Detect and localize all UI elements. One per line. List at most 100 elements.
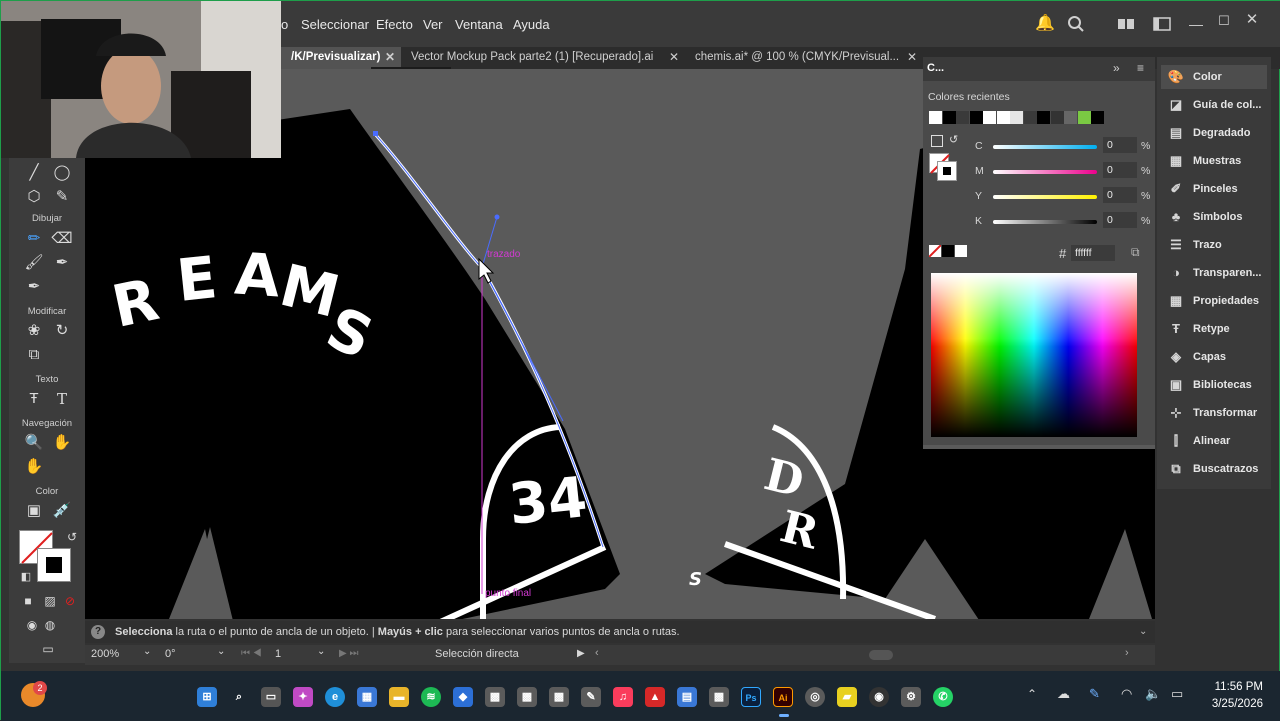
magenta-slider[interactable] <box>993 170 1097 174</box>
recent-color-swatch[interactable] <box>1050 111 1064 124</box>
tab-active-document[interactable]: /K/Previsualizar) ✕ <box>281 47 401 69</box>
volume-icon[interactable]: 🔈 <box>1145 686 1161 702</box>
menu-item-effect[interactable]: Efecto <box>376 17 413 32</box>
app-icon-8[interactable]: ◎ <box>805 687 825 707</box>
black-slider[interactable] <box>993 220 1097 224</box>
scroll-left-icon[interactable]: ‹ <box>595 647 599 659</box>
recent-color-swatch[interactable] <box>1064 111 1077 124</box>
recent-color-swatch[interactable] <box>942 111 956 124</box>
panel-item-align[interactable]: ⫿ Alinear <box>1161 429 1267 453</box>
menu-item-help[interactable]: Ayuda <box>513 17 550 32</box>
recent-color-swatch[interactable] <box>1037 111 1050 124</box>
close-tab-icon[interactable]: ✕ <box>385 47 395 67</box>
edge-browser-icon[interactable]: e <box>325 687 345 707</box>
touch-type-icon[interactable]: Ŧ <box>23 388 45 410</box>
app-icon-2[interactable]: ▩ <box>517 687 537 707</box>
photoshop-icon[interactable]: Ps <box>741 687 761 707</box>
last-artboard-icon[interactable]: ▶ ⏭ <box>339 648 358 659</box>
none-mode-icon[interactable]: ⊘ <box>59 590 81 612</box>
illustrator-icon[interactable]: Ai <box>773 687 793 707</box>
onedrive-icon[interactable]: ☁ <box>1057 686 1070 702</box>
recent-color-swatch[interactable] <box>983 111 996 124</box>
type-tool-icon[interactable]: T <box>51 388 73 410</box>
yellow-slider[interactable] <box>993 195 1097 199</box>
menu-item-select[interactable]: Seleccionar <box>301 17 369 32</box>
close-tab-icon[interactable]: ✕ <box>669 47 679 67</box>
eyedropper-tool-icon[interactable]: 💉 <box>51 500 73 522</box>
search-icon[interactable] <box>1067 15 1085 33</box>
recent-color-swatch[interactable] <box>956 111 969 124</box>
panel-item-gradient[interactable]: ▤ Degradado <box>1161 121 1267 145</box>
hand-tool-icon[interactable]: ✋ <box>51 432 73 454</box>
swap-icon[interactable]: ↺ <box>949 133 958 146</box>
workspace-layout-icon[interactable] <box>1117 15 1135 33</box>
expand-panels-icon[interactable]: » <box>1113 61 1120 75</box>
rotate-tool-icon[interactable]: ↻ <box>51 320 73 342</box>
rotate-view-icon[interactable]: ✋ <box>23 456 45 478</box>
chevron-down-icon[interactable]: ⌄ <box>143 646 151 657</box>
gradient-mode-icon[interactable]: ▨ <box>39 590 61 612</box>
panel-menu-icon[interactable]: ≡ <box>1137 61 1144 75</box>
tray-chevron-icon[interactable]: ⌃ <box>1027 687 1037 701</box>
pencil-tool-icon[interactable]: ✏ <box>23 228 45 250</box>
panel-item-brushes[interactable]: ✐ Pinceles <box>1161 177 1267 201</box>
cyan-value[interactable]: 0 <box>1103 137 1137 153</box>
line-tool-icon[interactable]: ╱ <box>23 162 45 184</box>
minimize-icon[interactable]: — <box>1187 15 1205 33</box>
zoom-tool-icon[interactable]: 🔍 <box>23 432 45 454</box>
chevron-down-icon[interactable]: ⌄ <box>1139 621 1147 643</box>
yellow-value[interactable]: 0 <box>1103 187 1137 203</box>
chevron-down-icon[interactable]: ⌄ <box>217 646 225 657</box>
arrange-panels-icon[interactable] <box>1153 15 1171 33</box>
task-view-icon[interactable]: ▭ <box>261 687 281 707</box>
panel-item-properties[interactable]: ▦ Propiedades <box>1161 289 1267 313</box>
help-icon[interactable]: ? <box>91 625 105 639</box>
chevron-down-icon[interactable]: ⌄ <box>317 646 325 657</box>
spotify-icon[interactable]: ≋ <box>421 687 441 707</box>
color-picker-icon[interactable]: ⧉ <box>1131 245 1140 260</box>
panel-item-pathfinder[interactable]: ⧉ Buscatrazos <box>1161 457 1267 481</box>
screen-mode-icon[interactable]: ▭ <box>37 638 59 660</box>
draw-behind-icon[interactable]: ◍ <box>39 614 61 636</box>
recent-color-swatch[interactable] <box>1077 111 1091 124</box>
maximize-icon[interactable]: ☐ <box>1215 12 1233 30</box>
fill-stroke-toggle-icon[interactable] <box>931 135 943 147</box>
tab-chemis[interactable]: chemis.ai* @ 100 % (CMYK/Previsual... ✕ <box>685 47 925 69</box>
cyan-slider[interactable] <box>993 145 1097 149</box>
sticky-notes-icon[interactable]: ▰ <box>837 687 857 707</box>
color-panel-tab[interactable]: C... <box>927 62 944 74</box>
battery-icon[interactable]: ▭ <box>1171 686 1183 702</box>
panel-item-swatches[interactable]: ▦ Muestras <box>1161 149 1267 173</box>
recent-color-swatch[interactable] <box>1104 111 1118 124</box>
app-icon-6[interactable]: ▤ <box>677 687 697 707</box>
white-swatch[interactable] <box>955 245 967 257</box>
rotation-select[interactable]: 0° <box>165 648 176 660</box>
gradient-tool-icon[interactable]: ▣ <box>23 500 45 522</box>
polygon-tool-icon[interactable]: ⬡ <box>23 186 45 208</box>
color-spectrum[interactable] <box>931 273 1137 437</box>
recent-color-swatch[interactable] <box>996 111 1010 124</box>
panel-item-transparency[interactable]: ◑ Transparen... <box>1161 261 1267 285</box>
recent-color-swatch[interactable] <box>1010 111 1023 124</box>
app-icon-1[interactable]: ▩ <box>485 687 505 707</box>
clock-time[interactable]: 11:56 PM <box>1207 681 1263 693</box>
wifi-icon[interactable]: ◠ <box>1121 686 1132 702</box>
panel-item-color-guide[interactable]: ◪ Guía de col... <box>1161 93 1267 117</box>
brush-tool-icon[interactable]: 🖌 <box>23 252 45 274</box>
app-icon-7[interactable]: ▩ <box>709 687 729 707</box>
menu-item-window[interactable]: Ventana <box>455 17 503 32</box>
recent-color-swatch[interactable] <box>1091 111 1104 124</box>
file-explorer-icon[interactable]: ▬ <box>389 687 409 707</box>
eraser-tool-icon[interactable]: ⌫ <box>51 228 73 250</box>
app-icon-3[interactable]: ▩ <box>549 687 569 707</box>
shaper-tool-icon[interactable]: ✎ <box>51 186 73 208</box>
none-swatch[interactable] <box>928 244 942 258</box>
default-colors-icon[interactable]: ◧ <box>15 566 37 588</box>
panel-item-retype[interactable]: Ŧ Retype <box>1161 317 1267 341</box>
artboard-number[interactable]: 1 <box>275 648 281 660</box>
stroke-swatch[interactable] <box>37 548 71 582</box>
menu-item-view[interactable]: Ver <box>423 17 443 32</box>
shape-builder-icon[interactable]: ⧉ <box>23 344 45 366</box>
clock-date[interactable]: 3/25/2026 <box>1201 698 1263 710</box>
hex-input[interactable]: ffffff <box>1071 245 1115 261</box>
